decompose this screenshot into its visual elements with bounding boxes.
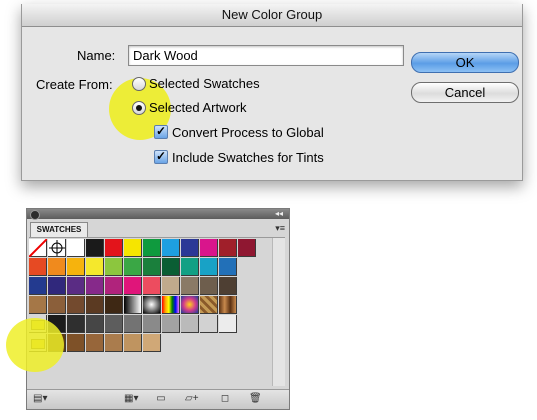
swatch-pattern[interactable] xyxy=(200,296,218,314)
swatch[interactable] xyxy=(105,277,123,295)
radio-selected-swatches[interactable] xyxy=(132,77,146,91)
swatch[interactable] xyxy=(86,296,104,314)
swatch[interactable] xyxy=(105,315,123,333)
swatch[interactable] xyxy=(86,277,104,295)
panel-title-bar[interactable]: ◂◂ xyxy=(27,209,289,220)
close-icon[interactable] xyxy=(30,210,40,220)
panel-footer: ▤▾ ▦▾ ▭ ▱+ ◻ 🗑 xyxy=(27,389,289,409)
swatch[interactable] xyxy=(29,258,47,276)
swatch[interactable] xyxy=(181,258,199,276)
swatch[interactable] xyxy=(86,258,104,276)
swatch[interactable] xyxy=(200,239,218,257)
swatch[interactable] xyxy=(67,334,85,352)
swatch[interactable] xyxy=(219,277,237,295)
swatch[interactable] xyxy=(67,296,85,314)
swatch-none[interactable] xyxy=(28,238,48,258)
swatch-gradient-gray[interactable] xyxy=(124,296,142,314)
swatch[interactable] xyxy=(48,277,66,295)
show-swatch-kinds-icon[interactable]: ▦▾ xyxy=(124,393,138,405)
swatch[interactable] xyxy=(124,277,142,295)
panel-menu-icon[interactable]: ▾≡ xyxy=(275,223,285,234)
swatch[interactable] xyxy=(143,258,161,276)
swatch[interactable] xyxy=(105,239,123,257)
include-tints-checkbox[interactable]: ✓ xyxy=(154,150,168,164)
tab-swatches[interactable]: SWATCHES xyxy=(30,222,88,237)
cancel-button[interactable]: Cancel xyxy=(411,82,519,103)
swatch[interactable] xyxy=(162,258,180,276)
swatch[interactable] xyxy=(29,277,47,295)
swatches-panel: ◂◂ SWATCHES ▾≡ ▤▾ ▦▾ ▭ ▱+ ◻ 🗑 xyxy=(26,208,290,410)
swatch[interactable] xyxy=(48,296,66,314)
convert-process-label: Convert Process to Global xyxy=(172,125,324,140)
radio-selected-swatches-label: Selected Swatches xyxy=(149,76,260,91)
swatch[interactable] xyxy=(181,315,199,333)
radio-selected-artwork-label: Selected Artwork xyxy=(149,100,247,115)
new-color-group-dialog: New Color Group Name: Dark Wood Create F… xyxy=(21,4,523,181)
swatch-options-icon[interactable]: ▭ xyxy=(155,393,167,405)
swatch-gradient-rainbow[interactable] xyxy=(162,296,180,314)
swatch[interactable] xyxy=(48,258,66,276)
swatch[interactable] xyxy=(200,315,218,333)
swatch[interactable] xyxy=(105,334,123,352)
swatch[interactable] xyxy=(124,315,142,333)
swatch[interactable] xyxy=(219,239,237,257)
delete-swatch-icon[interactable]: 🗑 xyxy=(249,393,262,405)
swatch[interactable] xyxy=(67,239,85,257)
swatch[interactable] xyxy=(86,334,104,352)
swatch[interactable] xyxy=(181,239,199,257)
new-swatch-icon[interactable]: ◻ xyxy=(219,393,231,405)
swatch[interactable] xyxy=(200,258,218,276)
swatch[interactable] xyxy=(124,239,142,257)
swatch[interactable] xyxy=(219,315,237,333)
swatch[interactable] xyxy=(86,315,104,333)
swatch[interactable] xyxy=(143,315,161,333)
swatch[interactable] xyxy=(105,296,123,314)
highlight-circle-folder xyxy=(6,318,64,372)
swatch[interactable] xyxy=(200,277,218,295)
name-input[interactable]: Dark Wood xyxy=(128,45,404,66)
swatch-gradient-wood[interactable] xyxy=(219,296,237,314)
dialog-title: New Color Group xyxy=(22,4,522,27)
new-color-group-icon[interactable]: ▱+ xyxy=(185,393,199,405)
convert-process-checkbox[interactable]: ✓ xyxy=(154,125,168,139)
swatch[interactable] xyxy=(143,277,161,295)
swatch[interactable] xyxy=(143,239,161,257)
create-from-label: Create From: xyxy=(36,77,113,92)
swatch[interactable] xyxy=(181,277,199,295)
swatch[interactable] xyxy=(67,277,85,295)
swatch[interactable] xyxy=(105,258,123,276)
collapse-icon[interactable]: ◂◂ xyxy=(275,209,283,219)
swatch[interactable] xyxy=(86,239,104,257)
swatch[interactable] xyxy=(67,258,85,276)
scrollbar[interactable] xyxy=(272,238,285,386)
swatch[interactable] xyxy=(124,334,142,352)
ok-button[interactable]: OK xyxy=(411,52,519,73)
swatch[interactable] xyxy=(219,258,237,276)
include-tints-label: Include Swatches for Tints xyxy=(172,150,324,165)
swatch[interactable] xyxy=(238,239,256,257)
name-label: Name: xyxy=(77,48,116,63)
swatch[interactable] xyxy=(162,315,180,333)
swatch-grid xyxy=(28,237,285,386)
swatch[interactable] xyxy=(162,277,180,295)
swatch[interactable] xyxy=(67,315,85,333)
swatch-registration[interactable] xyxy=(48,239,66,257)
swatch-libraries-icon[interactable]: ▤▾ xyxy=(33,393,47,405)
swatch-gradient-radial[interactable] xyxy=(143,296,161,314)
swatch[interactable] xyxy=(162,239,180,257)
radio-selected-artwork[interactable] xyxy=(132,101,146,115)
swatch[interactable] xyxy=(29,296,47,314)
swatch-gradient-blue[interactable] xyxy=(181,296,199,314)
swatch[interactable] xyxy=(143,334,161,352)
swatch[interactable] xyxy=(124,258,142,276)
